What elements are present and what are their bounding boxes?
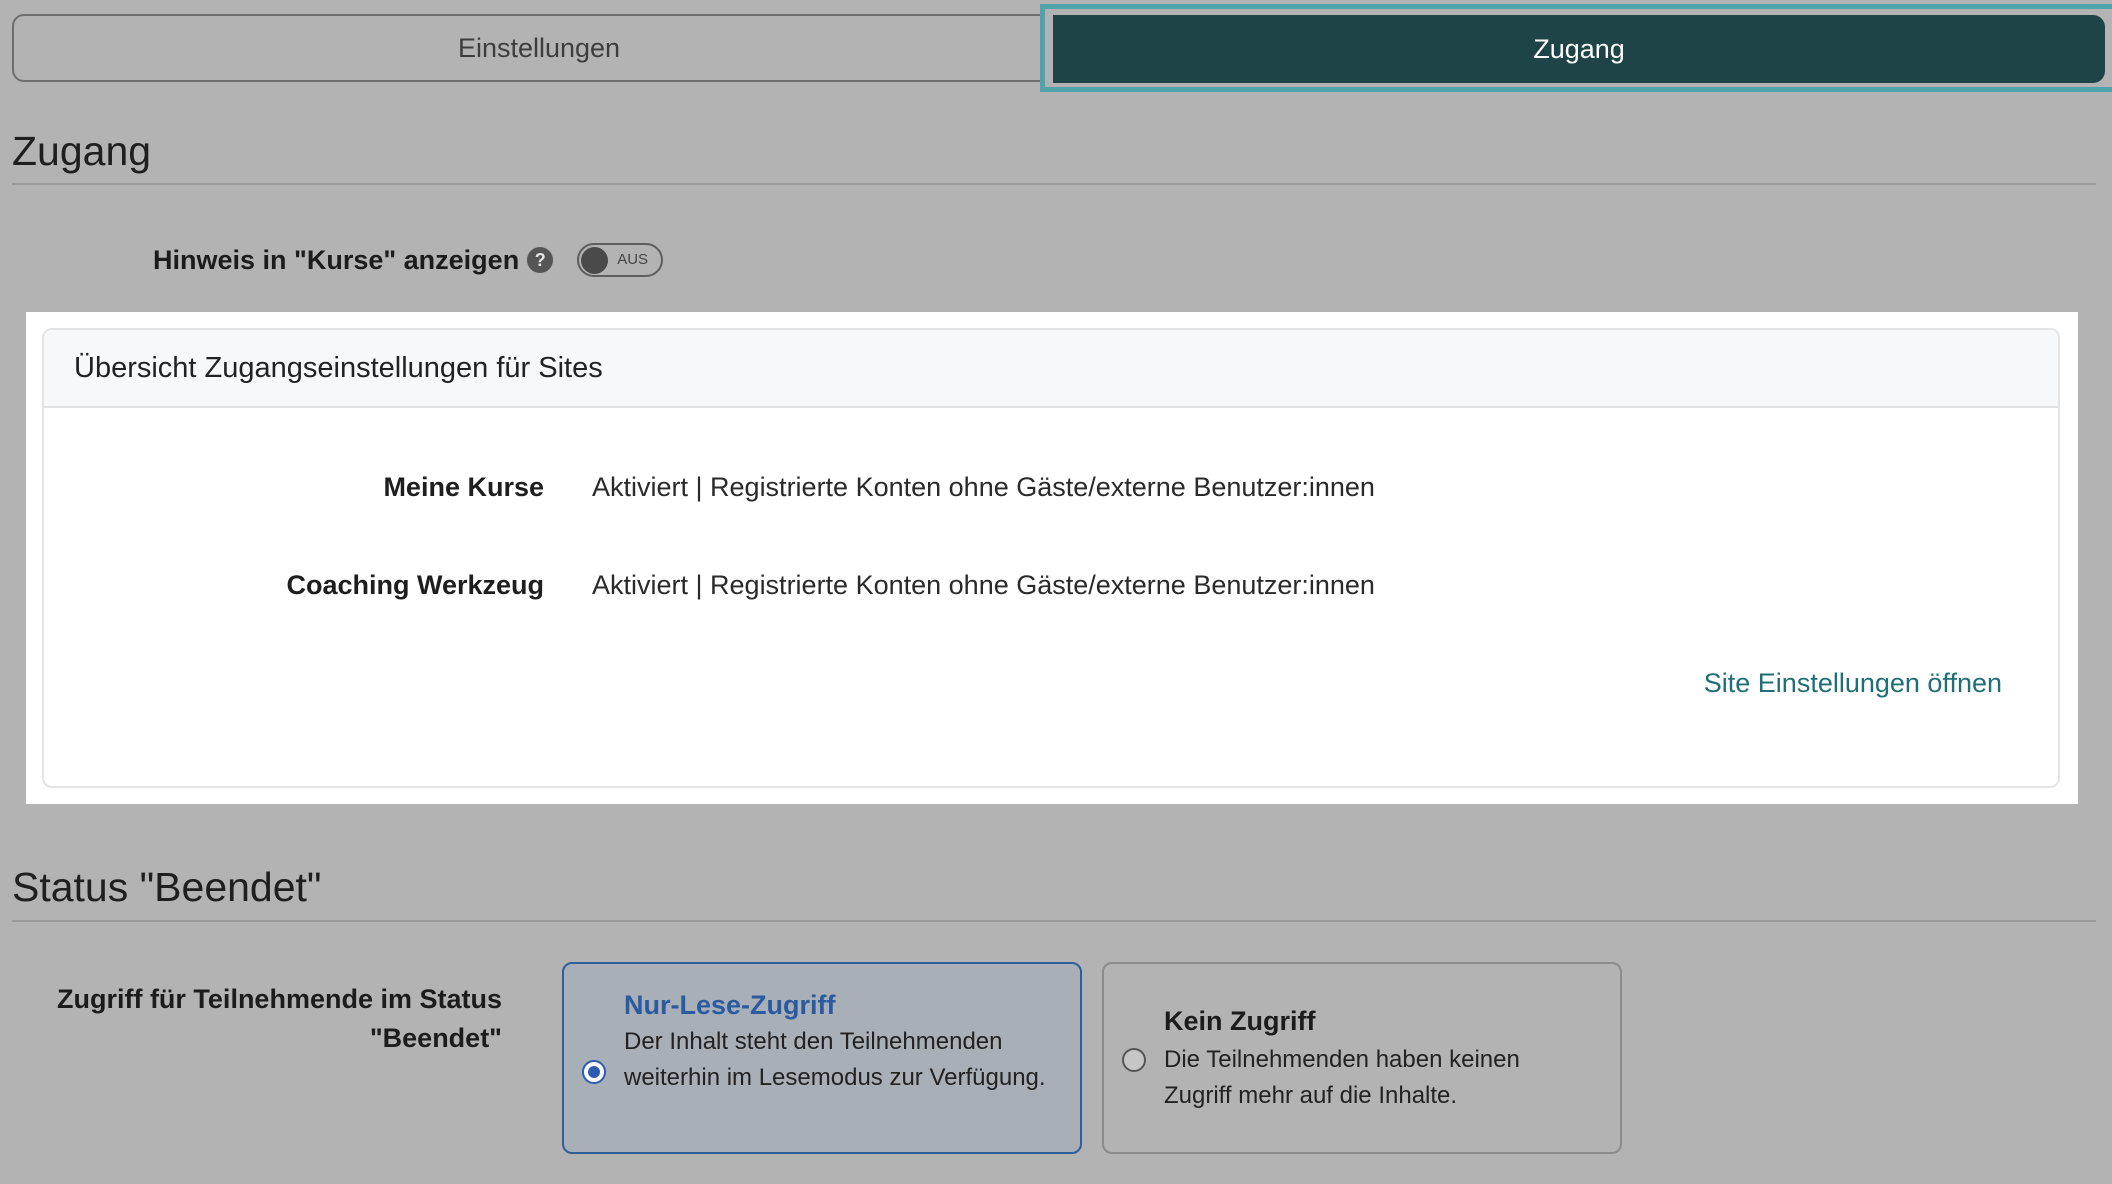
tab-bar: Einstellungen Zugang <box>12 4 2112 92</box>
section-title-zugang: Zugang <box>12 128 152 174</box>
overview-card-title: Übersicht Zugangseinstellungen für Sites <box>44 330 2058 408</box>
toggle-knob <box>581 247 609 274</box>
option-title: Nur-Lese-Zugriff <box>624 990 836 1020</box>
info-label: Coaching Werkzeug <box>286 570 544 600</box>
info-label: Meine Kurse <box>383 472 544 502</box>
section-title-status: Status "Beendet" <box>12 864 322 910</box>
courses-hint-row: Hinweis in "Kurse" anzeigen ? AUS <box>153 243 664 277</box>
toggle-state-label: AUS <box>617 251 649 268</box>
participant-access-label-line1: Zugriff für Teilnehmende im Status <box>56 984 502 1014</box>
info-row-meine-kurse: Meine Kurse Aktiviert | Registrierte Kon… <box>44 472 2058 512</box>
option-title: Kein Zugriff <box>1164 1006 1316 1036</box>
option-description: Die Teilnehmenden haben keinen Zugriff m… <box>1164 1046 1520 1109</box>
participant-access-label-line2: "Beendet" <box>369 1023 502 1053</box>
section-divider <box>12 183 2096 185</box>
info-value: Aktiviert | Registrierte Konten ohne Gäs… <box>592 472 1375 502</box>
tab-zugang[interactable]: Zugang <box>1053 15 2105 83</box>
help-icon[interactable]: ? <box>527 247 554 273</box>
courses-hint-label: Hinweis in "Kurse" anzeigen <box>153 244 520 275</box>
overview-card: Übersicht Zugangseinstellungen für Sites… <box>42 328 2060 788</box>
info-row-coaching-werkzeug: Coaching Werkzeug Aktiviert | Registrier… <box>44 570 2058 610</box>
option-read-only[interactable]: Nur-Lese-Zugriff Der Inhalt steht den Te… <box>562 962 1082 1154</box>
section-divider <box>12 920 2096 922</box>
option-no-access[interactable]: Kein Zugriff Die Teilnehmenden haben kei… <box>1102 962 1622 1154</box>
radio-read-only[interactable] <box>582 1060 606 1084</box>
tab-einstellungen[interactable]: Einstellungen <box>12 14 1064 82</box>
open-site-settings-link[interactable]: Site Einstellungen öffnen <box>1704 668 2002 699</box>
overview-highlight: Übersicht Zugangseinstellungen für Sites… <box>26 312 2078 804</box>
radio-no-access[interactable] <box>1122 1048 1146 1072</box>
tab-focus-highlight: Zugang <box>1040 4 2112 92</box>
courses-hint-toggle[interactable]: AUS <box>577 243 664 277</box>
option-description: Der Inhalt steht den Teilnehmenden weite… <box>624 1028 1046 1091</box>
info-value: Aktiviert | Registrierte Konten ohne Gäs… <box>592 570 1375 600</box>
participant-access-label: Zugriff für Teilnehmende im Status "Been… <box>12 980 502 1058</box>
